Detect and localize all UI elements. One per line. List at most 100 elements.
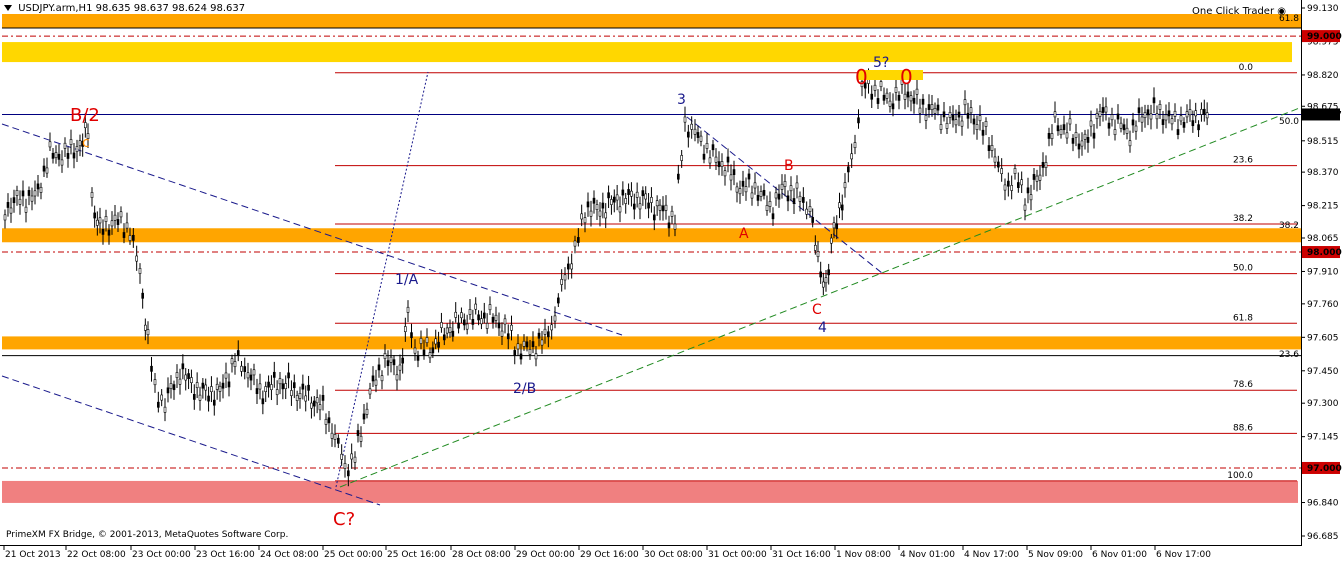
price-candle bbox=[1065, 132, 1069, 139]
time-axis-label: 4 Nov 17:00 bbox=[964, 550, 1019, 560]
fib-label: 38.2 bbox=[1233, 214, 1253, 224]
price-candle bbox=[422, 349, 426, 356]
price-candle bbox=[909, 95, 913, 102]
price-axis-label: 97.760 bbox=[1307, 300, 1339, 310]
price-candle bbox=[474, 303, 478, 310]
price-candle bbox=[207, 395, 210, 402]
chart-menu-triangle-icon[interactable] bbox=[4, 5, 12, 11]
price-candle bbox=[903, 93, 907, 100]
price-candle bbox=[840, 204, 844, 211]
price-candle bbox=[525, 341, 529, 348]
price-axis-label: 98.370 bbox=[1307, 168, 1339, 178]
price-axis-label: 97.910 bbox=[1307, 267, 1339, 277]
fib-label: 23.6 bbox=[1233, 156, 1253, 166]
price-candle bbox=[1007, 180, 1010, 187]
price-candle bbox=[670, 210, 674, 217]
price-candle bbox=[783, 181, 787, 187]
one-click-trader-icon[interactable]: ◉ bbox=[1277, 6, 1286, 17]
price-candle bbox=[398, 364, 402, 371]
price-candle bbox=[374, 379, 378, 386]
wave-label-4: 4 bbox=[818, 320, 827, 336]
wave-label-3: 3 bbox=[677, 92, 686, 108]
price-candle bbox=[175, 372, 179, 378]
price-candle bbox=[477, 314, 480, 321]
price-axis-label: 97.450 bbox=[1307, 367, 1339, 377]
price-axis-label: 98.820 bbox=[1307, 71, 1339, 81]
price-candle bbox=[879, 81, 883, 88]
price-candle bbox=[957, 111, 961, 118]
fib-label: 88.6 bbox=[1233, 423, 1253, 433]
price-candle bbox=[72, 152, 76, 159]
price-candle bbox=[1080, 140, 1084, 147]
price-candle bbox=[948, 111, 952, 118]
price-candle bbox=[726, 156, 730, 163]
price-candle bbox=[270, 384, 273, 391]
chart-window[interactable]: 0.0 23.6 38.2 50.0 61.8 78.6 88.6 100.0 61.8 50.0… bbox=[0, 0, 1342, 561]
price-candle bbox=[132, 234, 135, 241]
price-candle bbox=[1023, 204, 1027, 211]
copyright-text: PrimeXM FX Bridge, © 2001-2013, MetaQuot… bbox=[6, 530, 289, 540]
price-candle bbox=[480, 318, 483, 325]
price-candle bbox=[573, 240, 577, 247]
time-axis-label: 31 Oct 00:00 bbox=[708, 550, 767, 560]
price-candle bbox=[765, 205, 769, 211]
price-candle bbox=[702, 153, 706, 160]
price-candle bbox=[312, 400, 316, 407]
wave-label-c-small: c bbox=[82, 135, 90, 151]
price-candle bbox=[750, 192, 754, 199]
price-axis-label: 96.685 bbox=[1307, 532, 1339, 542]
price-candle bbox=[135, 255, 138, 262]
price-candle bbox=[33, 190, 37, 197]
time-axis-label: 22 Oct 08:00 bbox=[67, 550, 126, 560]
price-candle bbox=[510, 324, 513, 331]
price-candle bbox=[824, 277, 828, 284]
price-candle bbox=[522, 340, 526, 347]
price-candle bbox=[951, 114, 955, 121]
price-candle bbox=[1167, 110, 1171, 117]
price-candle bbox=[221, 382, 225, 389]
time-axis-label: 25 Oct 00:00 bbox=[324, 550, 383, 560]
price-candle bbox=[744, 186, 748, 193]
price-candle bbox=[583, 217, 587, 224]
price-candle bbox=[1041, 162, 1045, 168]
price-candle bbox=[333, 434, 337, 440]
price-candle bbox=[981, 129, 985, 136]
price-candle bbox=[939, 124, 943, 130]
price-candle bbox=[201, 382, 205, 389]
price-candle bbox=[383, 353, 387, 359]
price-candle bbox=[337, 437, 340, 444]
price-candle bbox=[644, 193, 648, 200]
price-candle bbox=[166, 387, 170, 394]
pink-zone bbox=[2, 480, 1298, 503]
orange-zone-top bbox=[2, 14, 1301, 28]
price-candle bbox=[1200, 109, 1203, 115]
price-candle bbox=[1125, 127, 1129, 134]
price-candle bbox=[1155, 113, 1159, 120]
price-candle bbox=[612, 196, 616, 203]
price-candle bbox=[838, 202, 841, 209]
one-click-trader-label: One Click Trader bbox=[1192, 6, 1275, 17]
price-candle bbox=[12, 197, 16, 204]
price-candle bbox=[972, 118, 976, 125]
price-candle bbox=[827, 269, 830, 276]
orange-zone-mid bbox=[2, 228, 1301, 243]
price-candle bbox=[816, 251, 820, 258]
price-candle bbox=[36, 183, 40, 190]
one-click-trader[interactable]: One Click Trader ◉ bbox=[1192, 6, 1286, 17]
price-candle bbox=[550, 324, 553, 331]
price-candle bbox=[1131, 119, 1135, 126]
price-candle bbox=[347, 470, 350, 477]
fib-label: 100.0 bbox=[1227, 471, 1253, 481]
wave-label-5: 5? bbox=[873, 55, 889, 71]
price-candle bbox=[431, 347, 435, 354]
price-candle bbox=[843, 182, 847, 189]
price-candle bbox=[819, 271, 822, 278]
price-candle bbox=[448, 327, 452, 333]
price-candle bbox=[192, 393, 196, 400]
symbol-title: USDJPY.arm,H1 bbox=[18, 3, 93, 14]
price-candle bbox=[853, 142, 857, 149]
price-candle bbox=[278, 378, 282, 385]
price-candle bbox=[534, 353, 538, 360]
price-candle bbox=[627, 189, 630, 195]
chart-canvas[interactable]: 0.023.638.250.061.878.688.6100.061.850.0… bbox=[0, 0, 1342, 561]
